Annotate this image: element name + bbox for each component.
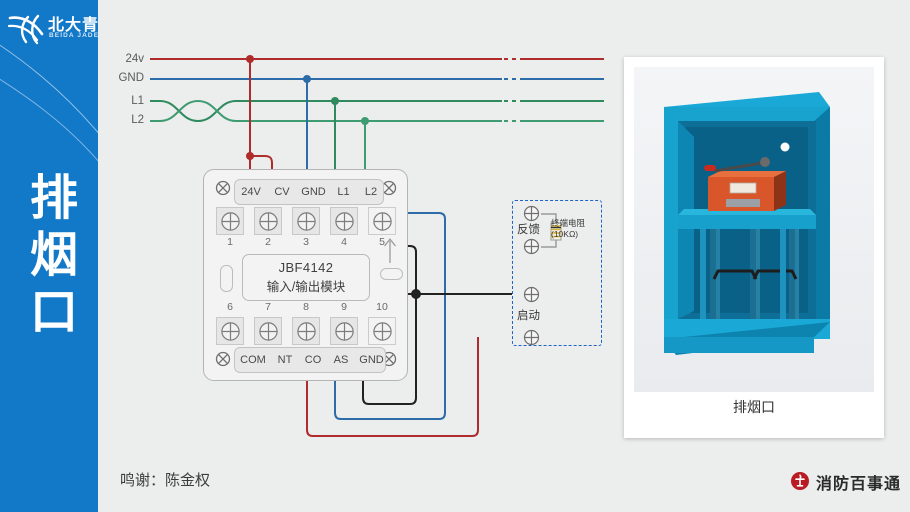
top-terminal-label-1: 24V [241,186,261,198]
top-terminal-label-2: CV [274,186,290,198]
terminal-number-4: 4 [341,236,347,248]
terminal-socket-10[interactable] [368,317,396,345]
top-terminal-label-strip: 24V CV GND L1 L2 [234,179,384,205]
terminal-socket-7[interactable] [254,317,282,345]
terminal-socket-4[interactable] [330,207,358,235]
screw-icon-5 [373,212,392,231]
screw-icon-10 [373,322,392,341]
bottom-terminal-label-8: CO [304,354,322,366]
title-char-2: 烟 [29,227,78,283]
title-char-3: 口 [29,284,78,340]
jade-bird-icon [8,14,44,45]
bottom-terminal-label-strip: COM NT CO AS GND [234,347,386,373]
logo-text-en: BEIDA JADE BIRD [49,32,98,39]
terminal-socket-2[interactable] [254,207,282,235]
module-left-lug [220,265,233,292]
title-char-1: 排 [29,170,78,226]
start-terminal-positive-icon[interactable] [523,286,540,303]
slide-root: 北大青鸟 BEIDA JADE BIRD 排 烟 口 24v GND L1 L2 [0,0,910,512]
credit-text: 鸣谢：陈金权 [120,472,211,489]
module-right-pill [380,268,403,280]
partner-brand-text: 消防百事通 [816,476,902,493]
terminal-socket-5[interactable] [368,207,396,235]
screw-icon-7 [259,322,278,341]
top-terminal-label-5: L2 [364,186,378,198]
resistor-label-group: 终端电阻 (10KΩ) [551,218,585,240]
fire-safety-logo-icon [791,472,809,490]
product-photo-card: 排烟口 [624,57,884,438]
terminal-socket-1[interactable] [216,207,244,235]
terminal-number-2: 2 [265,236,271,248]
screw-icon-1 [221,212,240,231]
terminal-number-9: 9 [341,301,347,313]
terminal-socket-3[interactable] [292,207,320,235]
resistor-value: (10KΩ) [551,229,579,239]
start-terminal-negative-icon[interactable] [523,329,540,346]
bottom-terminal-numbers: 6 7 8 9 10 [216,301,397,315]
module-screw-icon-tl [215,180,231,196]
screw-icon-2 [259,212,278,231]
terminal-number-1: 1 [227,236,233,248]
io-module: 24V CV GND L1 L2 1 2 3 4 5 JBF4142 输入/输出… [203,169,408,381]
terminal-number-7: 7 [265,301,271,313]
bottom-terminal-label-9: AS [333,354,349,366]
screw-icon-8 [297,322,316,341]
screw-icon-4 [335,212,354,231]
bottom-terminal-label-6: COM [240,354,266,366]
module-name: 输入/输出模块 [266,280,346,294]
bottom-terminal-label-10: GND [359,354,384,366]
screw-icon-3 [297,212,316,231]
slide-vertical-title: 排 烟 口 [26,170,82,341]
screw-icon-6 [221,322,240,341]
terminal-number-6: 6 [227,301,233,313]
photo-caption: 排烟口 [733,399,775,415]
terminal-socket-8[interactable] [292,317,320,345]
start-label: 启动 [517,310,540,322]
smoke-damper-illustration [634,67,874,392]
top-terminal-label-4: L1 [337,186,350,198]
terminal-number-8: 8 [303,301,309,313]
bottom-terminal-label-7: NT [277,354,293,366]
bottom-screw-row [216,317,397,345]
terminal-socket-6[interactable] [216,317,244,345]
company-logo: 北大青鸟 BEIDA JADE BIRD [4,8,98,52]
screw-icon-9 [335,322,354,341]
orientation-arrow-up-icon [383,238,397,263]
resistor-label: 终端电阻 [551,218,586,228]
top-terminal-numbers: 1 2 3 4 5 [216,236,397,250]
terminal-number-3: 3 [303,236,309,248]
diagram-canvas: 24v GND L1 L2 24V CV GND L1 L2 1 2 3 4 5… [98,0,910,512]
product-photo [634,67,874,392]
terminal-number-10: 10 [376,301,388,313]
top-terminal-label-3: GND [301,186,326,198]
module-nameplate: JBF4142 输入/输出模块 [242,254,370,301]
terminal-socket-9[interactable] [330,317,358,345]
module-model: JBF4142 [278,260,334,275]
top-screw-row [216,207,397,235]
brand-sidebar: 北大青鸟 BEIDA JADE BIRD 排 烟 口 [0,0,98,512]
module-screw-icon-bl [215,351,231,367]
